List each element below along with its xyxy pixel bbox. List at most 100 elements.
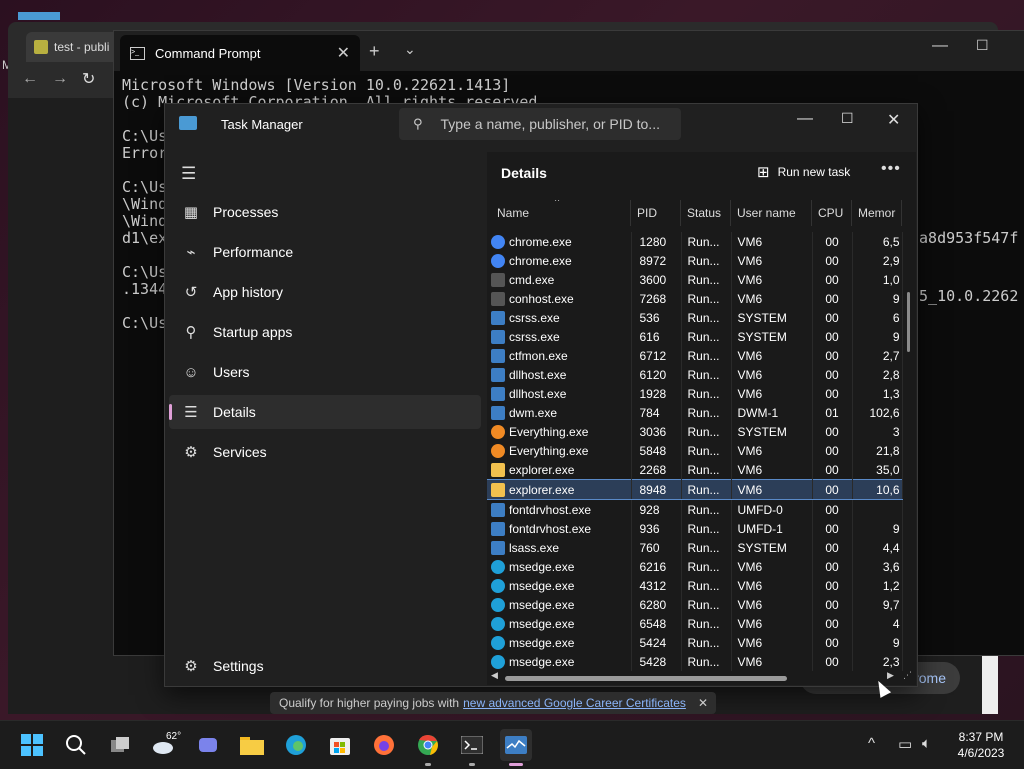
table-row[interactable]: csrss.exe 616 Run... SYSTEM 00 9	[487, 327, 903, 346]
column-header-name[interactable]: Name ^	[491, 200, 631, 226]
reload-icon[interactable]: ↻	[82, 69, 95, 89]
folder-icon	[491, 462, 505, 477]
resize-grip-icon[interactable]: ⋰	[903, 670, 912, 681]
table-row[interactable]: dwm.exe 784 Run... DWM-1 01 102,6	[487, 403, 903, 422]
clock[interactable]: 8:37 PM 4/6/2023	[944, 729, 1018, 761]
file-explorer-icon[interactable]	[236, 729, 268, 761]
more-options-icon[interactable]: •••	[881, 160, 901, 178]
chevron-up-icon[interactable]: ^	[868, 735, 875, 752]
process-user: VM6	[737, 578, 763, 593]
nav-app-history[interactable]: ↺ App history	[169, 275, 481, 309]
sort-up-icon: ^	[555, 200, 560, 206]
table-row[interactable]: chrome.exe 1280 Run... VM6 00 6,5	[487, 232, 903, 251]
process-memory: 2,7	[882, 348, 900, 363]
search-input[interactable]: ⚲ Type a name, publisher, or PID to...	[399, 108, 681, 140]
table-row[interactable]: msedge.exe 6216 Run... VM6 00 3,6	[487, 557, 903, 576]
maximize-icon[interactable]: ☐	[976, 37, 989, 54]
process-name: Everything.exe	[509, 443, 589, 458]
sys-icon	[491, 348, 505, 363]
nav-startup-apps[interactable]: ⚲ Startup apps	[169, 315, 481, 349]
nav-performance[interactable]: ⌁ Performance	[169, 235, 481, 269]
table-row[interactable]: msedge.exe 4312 Run... VM6 00 1,2	[487, 576, 903, 595]
close-icon[interactable]: ✕	[337, 43, 350, 63]
back-arrow-icon[interactable]: ←	[22, 70, 38, 88]
process-status: Run...	[687, 386, 720, 401]
table-row[interactable]: explorer.exe 2268 Run... VM6 00 35,0	[487, 460, 903, 480]
teams-chat-icon[interactable]	[192, 729, 224, 761]
nav-processes[interactable]: ▦ Processes	[169, 195, 481, 229]
table-row[interactable]: conhost.exe 7268 Run... VM6 00 9	[487, 289, 903, 308]
table-row[interactable]: Everything.exe 5848 Run... VM6 00 21,8	[487, 441, 903, 460]
network-icon[interactable]: ▭	[898, 735, 912, 753]
table-row[interactable]: msedge.exe 5428 Run... VM6 00 2,3	[487, 652, 903, 671]
process-memory: 4	[892, 616, 900, 631]
nav-settings[interactable]: ⚙ Settings	[169, 649, 481, 683]
table-row[interactable]: fontdrvhost.exe 936 Run... UMFD-1 00 9	[487, 519, 903, 538]
column-header-cpu[interactable]: CPU	[812, 200, 852, 226]
cmd-tab[interactable]: >_ Command Prompt ✕	[120, 35, 360, 71]
table-row[interactable]: chrome.exe 8972 Run... VM6 00 2,9	[487, 251, 903, 270]
process-memory: 1,0	[882, 272, 900, 287]
close-icon[interactable]: ✕	[887, 110, 900, 130]
process-user: VM6	[737, 654, 763, 669]
vertical-scrollbar[interactable]	[907, 292, 910, 352]
volume-icon[interactable]: 🔈︎	[922, 735, 931, 752]
scroll-right-icon[interactable]: ▶	[887, 670, 894, 681]
table-row[interactable]: Everything.exe 3036 Run... SYSTEM 00 3	[487, 422, 903, 441]
minimize-icon[interactable]: —	[797, 110, 813, 128]
process-pid: 6216	[639, 559, 667, 574]
chevron-down-icon[interactable]: ⌄	[404, 41, 416, 58]
horizontal-scrollbar[interactable]	[505, 676, 787, 681]
table-row[interactable]: lsass.exe 760 Run... SYSTEM 00 4,4	[487, 538, 903, 557]
chrome-icon[interactable]	[412, 729, 444, 761]
close-icon[interactable]: ✕	[698, 696, 708, 710]
task-manager-taskbar-icon[interactable]	[500, 729, 532, 761]
sys-icon	[491, 521, 505, 536]
minimize-icon[interactable]: —	[932, 37, 948, 55]
edge-icon[interactable]	[280, 729, 312, 761]
nav-services[interactable]: ⚙ Services	[169, 435, 481, 469]
windows-start-icon[interactable]	[16, 729, 48, 761]
column-header-user-name[interactable]: User name	[731, 200, 812, 226]
table-row[interactable]: dllhost.exe 6120 Run... VM6 00 2,8	[487, 365, 903, 384]
promo-link[interactable]: new advanced Google Career Certificates	[463, 696, 686, 710]
maximize-icon[interactable]: ☐	[841, 110, 854, 127]
process-memory: 9	[892, 635, 900, 650]
nav-details[interactable]: ☰ Details	[169, 395, 481, 429]
new-tab-plus-icon[interactable]: +	[369, 41, 380, 62]
hamburger-menu-icon[interactable]: ☰	[181, 164, 196, 184]
edge-icon	[491, 559, 505, 574]
search-icon[interactable]	[60, 729, 92, 761]
table-row[interactable]: ctfmon.exe 6712 Run... VM6 00 2,7	[487, 346, 903, 365]
column-header-pid[interactable]: PID	[631, 200, 681, 226]
browser-scrollbar[interactable]	[982, 652, 998, 714]
table-row[interactable]: csrss.exe 536 Run... SYSTEM 00 6	[487, 308, 903, 327]
table-row[interactable]: msedge.exe 6548 Run... VM6 00 4	[487, 614, 903, 633]
scroll-left-icon[interactable]: ◀	[491, 670, 498, 681]
table-row[interactable]: cmd.exe 3600 Run... VM6 00 1,0	[487, 270, 903, 289]
everything-icon	[491, 424, 505, 439]
terminal-icon[interactable]	[456, 729, 488, 761]
process-user: VM6	[737, 386, 763, 401]
forward-arrow-icon[interactable]: →	[52, 70, 68, 88]
process-pid: 936	[639, 521, 660, 536]
nav-users[interactable]: ☺ Users	[169, 355, 481, 389]
column-header-memory[interactable]: Memor	[852, 200, 902, 226]
microsoft-store-icon[interactable]	[324, 729, 356, 761]
table-row[interactable]: fontdrvhost.exe 928 Run... UMFD-0 00	[487, 499, 903, 519]
process-cpu: 00	[825, 424, 839, 439]
table-row[interactable]: msedge.exe 5424 Run... VM6 00 9	[487, 633, 903, 652]
table-row[interactable]: explorer.exe 8948 Run... VM6 00 10,6	[487, 479, 903, 500]
table-row[interactable]: dllhost.exe 1928 Run... VM6 00 1,3	[487, 384, 903, 403]
run-new-task-button[interactable]: ⊞ Run new task	[757, 163, 850, 181]
process-cpu: 00	[825, 462, 839, 477]
process-name: csrss.exe	[509, 310, 560, 325]
process-memory: 102,6	[869, 405, 900, 420]
column-header-status[interactable]: Status	[681, 200, 731, 226]
tm-window-title: Task Manager	[221, 117, 303, 132]
table-row[interactable]: msedge.exe 6280 Run... VM6 00 9,7	[487, 595, 903, 614]
sys-icon	[491, 386, 505, 401]
task-view-icon[interactable]	[104, 729, 136, 761]
firefox-icon[interactable]	[368, 729, 400, 761]
cmd-icon	[491, 272, 505, 287]
